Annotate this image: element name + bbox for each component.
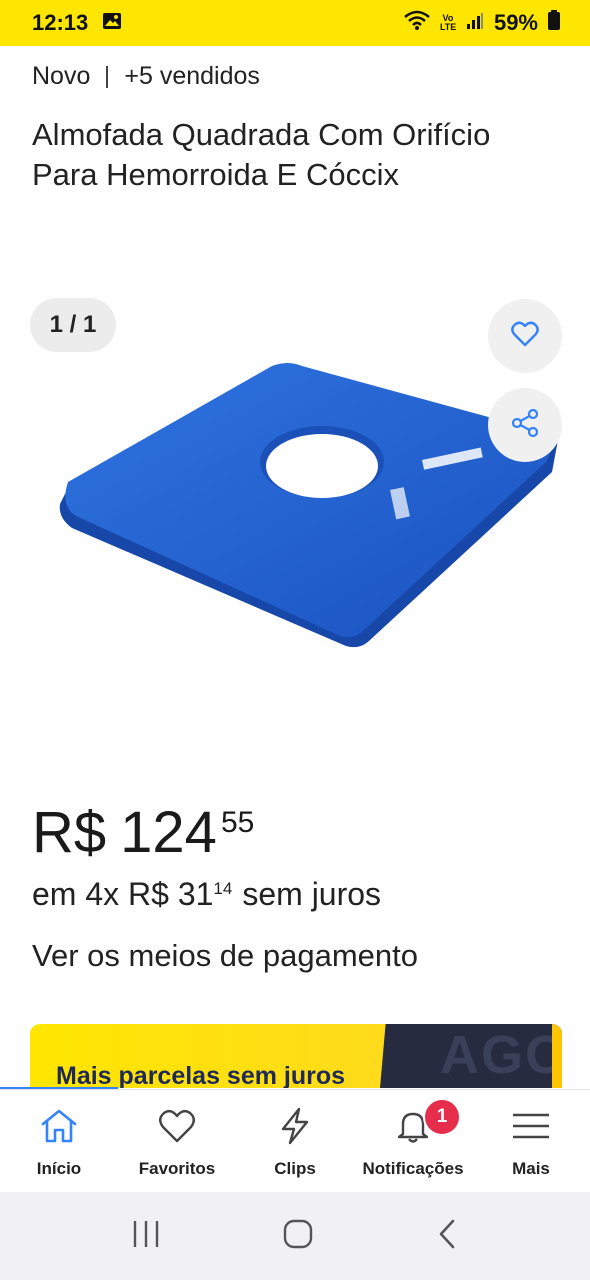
nav-label-notificacoes: Notificações (362, 1159, 464, 1178)
volte-label: Vo LTE (439, 13, 457, 32)
share-button[interactable] (488, 388, 562, 462)
signal-icon (466, 10, 484, 36)
nav-item-inicio[interactable]: Início (0, 1090, 118, 1192)
sold-count: +5 vendidos (124, 62, 260, 90)
wifi-icon (404, 10, 430, 36)
heart-icon (157, 1106, 197, 1151)
image-counter: 1 / 1 (30, 298, 116, 352)
price-integer: 124 (120, 800, 217, 865)
nav-label-clips: Clips (274, 1159, 316, 1178)
bottom-nav: Início Favoritos Clips 1 Notificações Ma… (0, 1089, 590, 1192)
nav-label-mais: Mais (512, 1159, 550, 1178)
home-icon (39, 1106, 79, 1151)
nav-item-favoritos[interactable]: Favoritos (118, 1090, 236, 1192)
notification-badge: 1 (423, 1098, 461, 1136)
back-icon[interactable] (435, 1218, 459, 1255)
heart-outline-icon (511, 321, 539, 352)
installments-suffix: sem juros (242, 876, 382, 912)
product-title: Almofada Quadrada Com Orifício Para Hemo… (32, 117, 491, 192)
favorite-button[interactable] (488, 299, 562, 373)
nav-item-mais[interactable]: Mais (472, 1090, 590, 1192)
bolt-icon (275, 1106, 315, 1151)
share-icon (510, 408, 540, 443)
battery-level: 59% (493, 10, 538, 35)
product-image[interactable] (30, 340, 560, 670)
meta-divider (106, 65, 109, 88)
price: R$ 124 55 (32, 798, 254, 868)
home-circle-icon[interactable] (282, 1218, 314, 1255)
recents-icon[interactable] (131, 1219, 161, 1254)
nav-item-notificacoes[interactable]: 1 Notificações (354, 1090, 472, 1192)
banner-text: Mais parcelas sem juros (56, 1062, 346, 1088)
system-nav-bar (0, 1192, 590, 1280)
nav-item-clips[interactable]: Clips (236, 1090, 354, 1192)
status-time: 12:13 (32, 10, 89, 35)
price-currency: R$ (32, 800, 107, 865)
nav-label-inicio: Início (36, 1159, 82, 1178)
product-meta: Novo +5 vendidos (32, 62, 260, 91)
menu-icon (511, 1106, 551, 1151)
battery-icon (548, 10, 560, 36)
installments-info: em 4x R$ 31 14 sem juros (32, 876, 381, 913)
status-bar: 12:13 Vo LTE 59% (0, 0, 590, 46)
price-cents: 55 (220, 806, 255, 839)
banner-edge (552, 1024, 562, 1088)
nav-label-favoritos: Favoritos (138, 1159, 216, 1178)
payment-methods-link[interactable]: Ver os meios de pagamento (32, 938, 418, 974)
banner-ghost-text: AGO (440, 1025, 562, 1085)
image-icon (102, 10, 122, 36)
installments-cents: 14 (213, 879, 233, 898)
promo-banner[interactable]: AGO Mais parcelas sem juros (30, 1024, 562, 1088)
condition-label: Novo (32, 62, 91, 90)
installments-prefix: em 4x R$ 31 (32, 876, 214, 912)
